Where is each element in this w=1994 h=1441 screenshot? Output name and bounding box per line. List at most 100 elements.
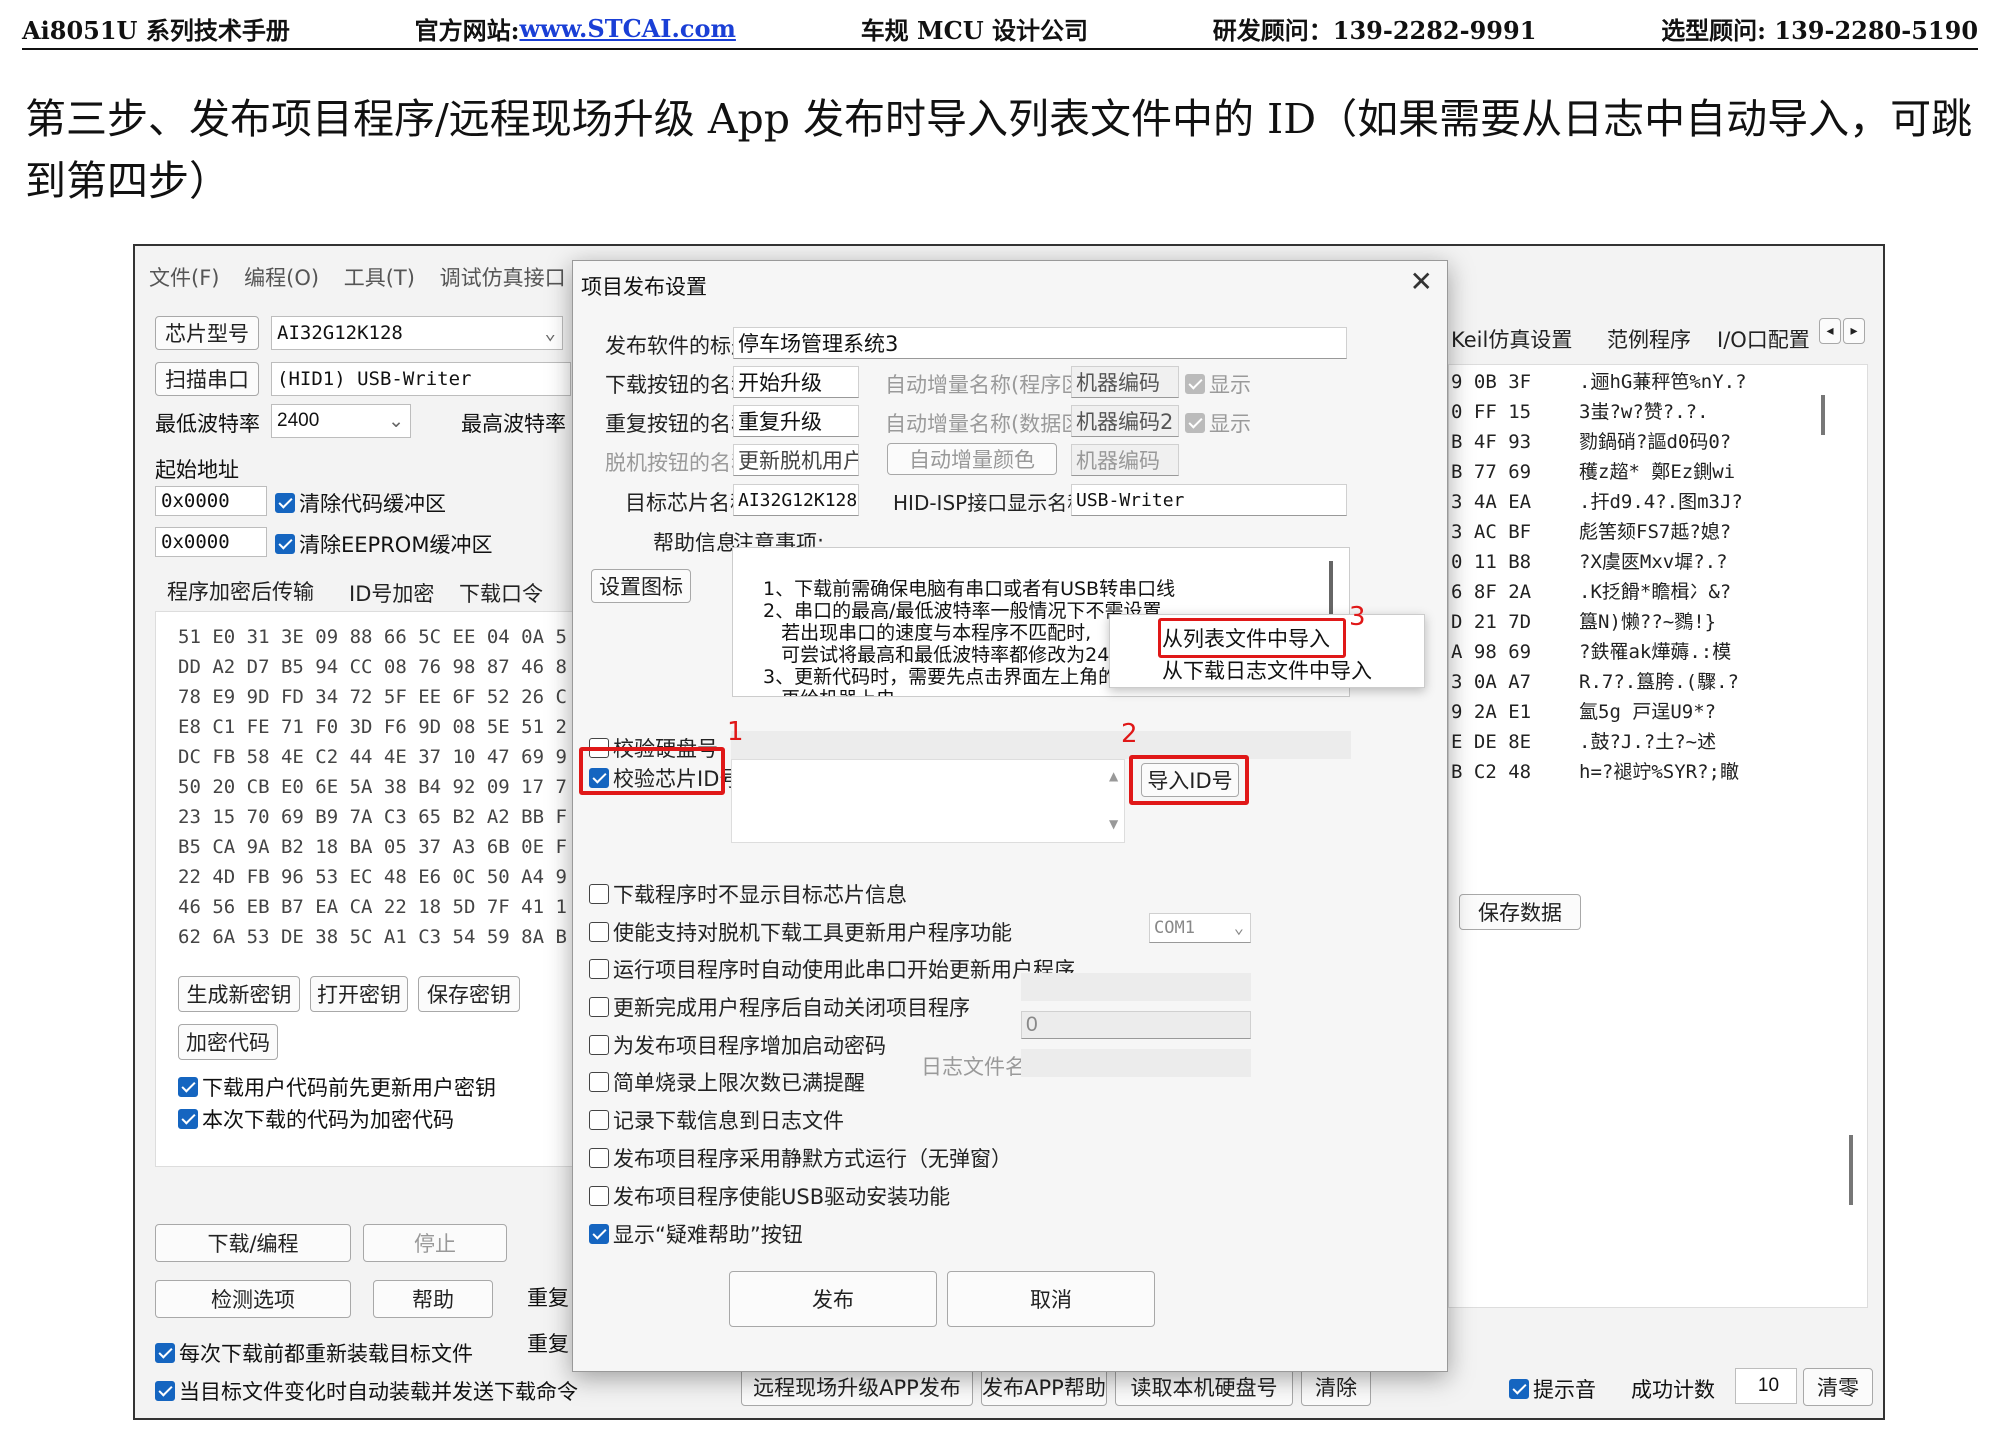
set-icon-button[interactable]: 设置图标 <box>591 569 691 603</box>
encrypt-code-button[interactable]: 加密代码 <box>178 1024 278 1060</box>
menu-bar[interactable]: 文件(F) 编程(O) 工具(T) 调试仿真接口 <box>149 262 566 292</box>
open-key-button[interactable]: 打开密钥 <box>310 976 408 1012</box>
right-text-row: .K抸餶*瞻楫冫&? <box>1579 581 1732 603</box>
auto-inc-color-button[interactable]: 自动增量颜色 <box>887 443 1057 475</box>
hid-isp-label: HID-ISP接口显示名称 <box>893 491 1088 515</box>
scroll-up-icon[interactable]: ▲ <box>1109 769 1118 783</box>
right-text-row: 穫z趦* 鄭Ez鍘wi <box>1579 461 1736 483</box>
offline-btn-name-input[interactable]: 更新脱机用户程 <box>733 444 859 476</box>
success-count-label: 成功计数 <box>1631 1378 1715 1402</box>
startup-password-field[interactable] <box>1021 973 1251 1001</box>
clear-code-checkbox[interactable]: 清除代码缓冲区 <box>275 488 446 518</box>
option-checkbox[interactable]: 简单烧录上限次数已满提醒 <box>589 1067 865 1097</box>
auto-inc-prog-input[interactable]: 机器编码 <box>1071 366 1179 398</box>
tab-io-config[interactable]: I/O口配置 <box>1717 324 1811 354</box>
step-title: 第三步、发布项目程序/远程现场升级 App 发布时导入列表文件中的 ID（如果需… <box>25 95 1973 205</box>
tab-id-encrypt[interactable]: ID号加密 <box>349 578 434 608</box>
update-key-checkbox[interactable]: 下载用户代码前先更新用户密钥 <box>178 1072 496 1102</box>
option-checkbox[interactable]: 发布项目程序采用静默方式运行（无弹窗） <box>589 1143 1012 1173</box>
save-data-button[interactable]: 保存数据 <box>1459 894 1581 930</box>
check-options-button[interactable]: 检测选项 <box>155 1280 351 1318</box>
download-program-button[interactable]: 下载/编程 <box>155 1224 351 1262</box>
remote-upgrade-publish-button[interactable]: 远程现场升级APP发布 <box>741 1368 973 1406</box>
option-checkbox[interactable]: 使能支持对脱机下载工具更新用户程序功能 <box>589 917 1012 947</box>
clear-count-button[interactable]: 清零 <box>1803 1368 1873 1406</box>
help-button[interactable]: 帮助 <box>373 1280 493 1318</box>
clear-eeprom-checkbox[interactable]: 清除EEPROM缓冲区 <box>275 529 492 559</box>
scrollbar-thumb-lower[interactable] <box>1849 1135 1853 1205</box>
dialog-title: 项目发布设置 <box>581 275 707 299</box>
right-text-column: .逦hG蒹秤笆%nY.? 3蚩?w?赞?.?. 勠鍋硝?謳d0码0? 穫z趦* 鄭Ez… <box>1579 367 1747 787</box>
show-prog-checkbox[interactable]: 显示 <box>1185 369 1251 399</box>
tab-examples[interactable]: 范例程序 <box>1607 324 1691 354</box>
scrollbar-thumb[interactable] <box>1821 395 1825 435</box>
repeat-btn-name-input[interactable]: 重复升级 <box>733 405 859 437</box>
checkbox-checked-icon <box>589 1224 609 1244</box>
disk-id-field[interactable] <box>731 731 1351 759</box>
checkbox-checked-icon <box>178 1077 198 1097</box>
tab-encrypted-transfer[interactable]: 程序加密后传输 <box>167 576 314 606</box>
clear-eeprom-label: 清除EEPROM缓冲区 <box>299 533 493 557</box>
stop-button[interactable]: 停止 <box>363 1224 507 1262</box>
option-checkbox[interactable]: 为发布项目程序增加启动密码 <box>589 1030 886 1060</box>
beep-checkbox[interactable]: 提示音 <box>1509 1374 1596 1404</box>
checkbox-checked-icon <box>275 534 295 554</box>
read-disk-id-button[interactable]: 读取本机硬盘号 <box>1115 1368 1293 1406</box>
option-checkbox[interactable]: 记录下载信息到日志文件 <box>589 1105 844 1135</box>
chip-id-list[interactable] <box>731 759 1125 843</box>
autosend-label: 当目标文件变化时自动装载并发送下载命令 <box>179 1380 578 1404</box>
reload-checkbox[interactable]: 每次下载前都重新装载目标文件 <box>155 1338 473 1368</box>
option-checkbox[interactable]: 发布项目程序使能USB驱动安装功能 <box>589 1181 950 1211</box>
chip-type-button[interactable]: 芯片型号 <box>155 316 259 350</box>
selection-consultant: 选型顾问: 139-2280-5190 <box>1661 15 1979 45</box>
show-data-checkbox[interactable]: 显示 <box>1185 408 1251 438</box>
gen-key-button[interactable]: 生成新密钥 <box>178 976 300 1012</box>
com-port-select[interactable]: COM1 ⌄ <box>1149 913 1251 943</box>
tab-download-password[interactable]: 下载口令 <box>459 578 543 608</box>
option-checkbox[interactable]: 更新完成用户程序后自动关闭项目程序 <box>589 992 970 1022</box>
chevron-down-icon: ⌄ <box>388 410 404 432</box>
port-select[interactable]: (HID1) USB-Writer <box>271 362 571 396</box>
update-key-label: 下载用户代码前先更新用户密钥 <box>202 1076 496 1100</box>
app-title-input[interactable]: 停车场管理系统3 <box>733 327 1347 359</box>
autosend-checkbox[interactable]: 当目标文件变化时自动装载并发送下载命令 <box>155 1376 578 1406</box>
right-hex-row: 9 0B 3F <box>1451 371 1532 393</box>
hid-isp-input[interactable]: USB-Writer <box>1071 484 1347 516</box>
publish-app-help-button[interactable]: 发布APP帮助 <box>981 1368 1107 1406</box>
auto-inc-color-input[interactable]: 机器编码 <box>1071 444 1179 476</box>
limit-count-field[interactable]: 0 <box>1021 1011 1251 1039</box>
option-label: 显示“疑难帮助”按钮 <box>613 1223 803 1247</box>
min-baud-select[interactable]: 2400 ⌄ <box>271 404 411 438</box>
start-addr-input-1[interactable]: 0x0000 <box>155 486 267 516</box>
option-checkbox[interactable]: 运行项目程序时自动使用此串口开始更新用户程序 <box>589 954 1075 984</box>
checkbox-empty-icon <box>589 1186 609 1206</box>
chip-type-select[interactable]: AI32G12K128 ⌄ <box>271 316 563 350</box>
download-btn-name-label: 下载按钮的名称 <box>605 373 752 397</box>
download-btn-name-input[interactable]: 开始升级 <box>733 366 859 398</box>
repeat-label-2: 重复 <box>527 1332 569 1356</box>
scan-port-button[interactable]: 扫描串口 <box>155 362 259 396</box>
hex-panel: 51 E0 31 3E 09 88 66 5C EE 04 0A 5 DD A2 … <box>155 611 575 1167</box>
auto-inc-data-input[interactable]: 机器编码2 <box>1071 405 1179 437</box>
encrypted-checkbox[interactable]: 本次下载的代码为加密代码 <box>178 1104 454 1134</box>
tab-scroll-left-icon[interactable]: ◂ <box>1819 318 1841 344</box>
start-addr-input-2[interactable]: 0x0000 <box>155 527 267 557</box>
checkbox-empty-icon <box>589 1110 609 1130</box>
hex-row: 50 20 CB E0 6E 5A 38 B4 92 09 17 7 <box>178 776 567 798</box>
close-icon[interactable]: ✕ <box>1410 265 1433 298</box>
target-chip-input[interactable]: AI32G12K128 <box>733 484 859 516</box>
menu-import-from-log[interactable]: 从下载日志文件中导入 <box>1162 655 1372 685</box>
site-link[interactable]: www.STCAI.com <box>519 14 735 43</box>
publish-button[interactable]: 发布 <box>729 1271 937 1327</box>
option-checkbox[interactable]: 下载程序时不显示目标芯片信息 <box>589 879 907 909</box>
log-file-name-field[interactable] <box>1021 1049 1251 1077</box>
option-checkbox[interactable]: 显示“疑难帮助”按钮 <box>589 1219 803 1249</box>
save-key-button[interactable]: 保存密钥 <box>418 976 520 1012</box>
tab-scroll-right-icon[interactable]: ▸ <box>1843 318 1865 344</box>
doc-header: Ai8051U 系列技术手册 官方网站: www.STCAI.com 车规 MC… <box>22 8 1978 50</box>
tab-keil-sim[interactable]: Keil仿真设置 <box>1451 324 1572 354</box>
scroll-down-icon[interactable]: ▼ <box>1109 817 1118 831</box>
clear-button[interactable]: 清除 <box>1301 1368 1371 1406</box>
cancel-button[interactable]: 取消 <box>947 1271 1155 1327</box>
right-text-row: 勠鍋硝?謳d0码0? <box>1579 431 1732 453</box>
